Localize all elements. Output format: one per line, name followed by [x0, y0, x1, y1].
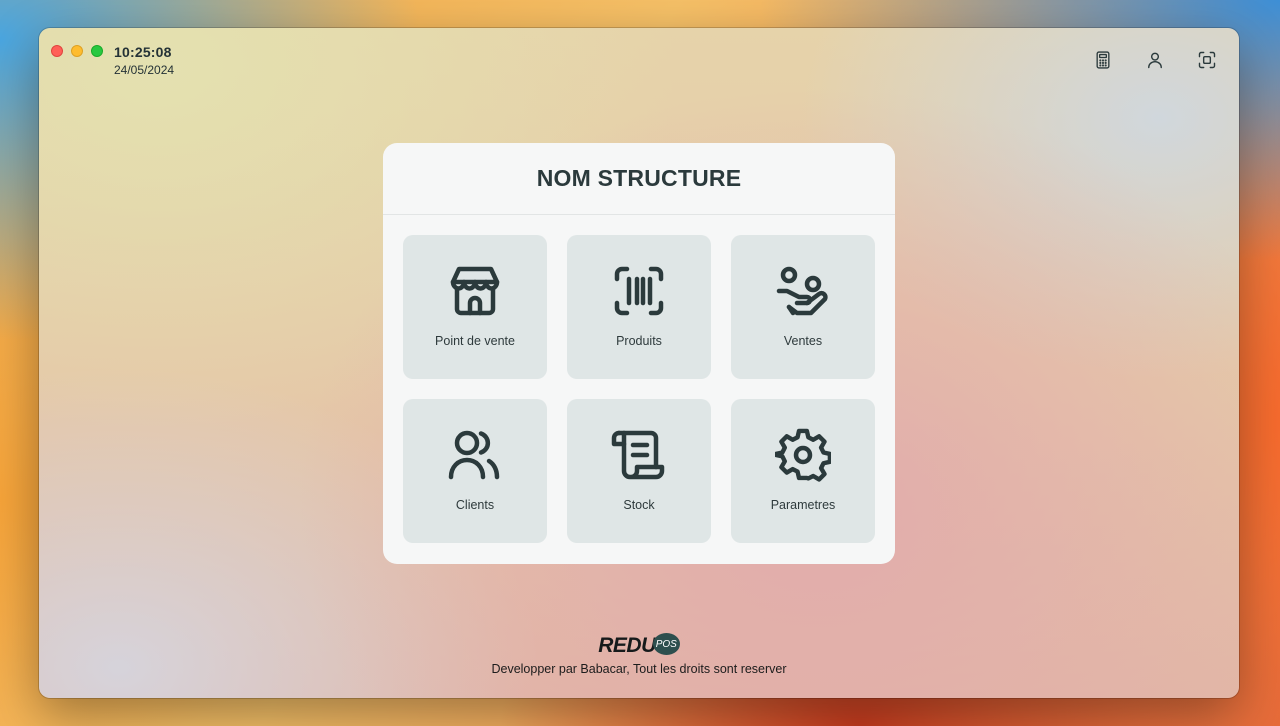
top-actions	[1091, 48, 1219, 72]
fullscreen-icon	[1198, 51, 1216, 69]
user-button[interactable]	[1143, 48, 1167, 72]
clock: 10:25:08 24/05/2024	[114, 44, 174, 78]
tile-label: Stock	[623, 498, 655, 512]
menu-grid: Point de vente Produits Ventes Clients S…	[383, 215, 895, 543]
tile-clients[interactable]: Clients	[403, 399, 547, 543]
app-window: 10:25:08 24/05/2024 NOM STRUCTURE Point …	[39, 28, 1239, 698]
hand-coin-icon	[776, 266, 828, 316]
current-date: 24/05/2024	[114, 63, 175, 77]
tile-point-de-vente[interactable]: Point de vente	[403, 235, 547, 379]
tile-label: Ventes	[783, 334, 823, 348]
tile-parametres[interactable]: Parametres	[731, 399, 875, 543]
barcode-scan-icon	[614, 266, 664, 316]
fullscreen-button[interactable]	[1195, 48, 1219, 72]
store-icon	[450, 266, 500, 316]
current-time: 10:25:08	[114, 44, 172, 60]
logo-badge: POS	[652, 633, 680, 655]
footer: REDU POS Developper par Babacar, Tout le…	[39, 633, 1239, 676]
structure-title: NOM STRUCTURE	[383, 143, 895, 215]
user-icon	[1148, 52, 1162, 69]
credit-text: Developper par Babacar, Tout les droits …	[491, 662, 787, 676]
tile-label: Clients	[455, 498, 495, 512]
logo-text: REDU	[598, 634, 656, 657]
maximize-window-button[interactable]	[91, 45, 103, 57]
scroll-icon	[611, 430, 665, 480]
users-icon	[448, 430, 500, 480]
minimize-window-button[interactable]	[71, 45, 83, 57]
gear-icon	[775, 428, 831, 482]
tile-label: Point de vente	[435, 334, 515, 348]
calculator-icon	[1096, 51, 1110, 69]
tile-ventes[interactable]: Ventes	[731, 235, 875, 379]
close-window-button[interactable]	[51, 45, 63, 57]
calculator-button[interactable]	[1091, 48, 1115, 72]
main-menu-card: NOM STRUCTURE Point de vente Produits Ve…	[383, 143, 895, 564]
tile-label: Produits	[616, 334, 662, 348]
window-controls	[51, 45, 103, 57]
tile-produits[interactable]: Produits	[567, 235, 711, 379]
tile-label: Parametres	[770, 498, 836, 512]
redupos-logo: REDU POS	[598, 633, 680, 658]
tile-stock[interactable]: Stock	[567, 399, 711, 543]
